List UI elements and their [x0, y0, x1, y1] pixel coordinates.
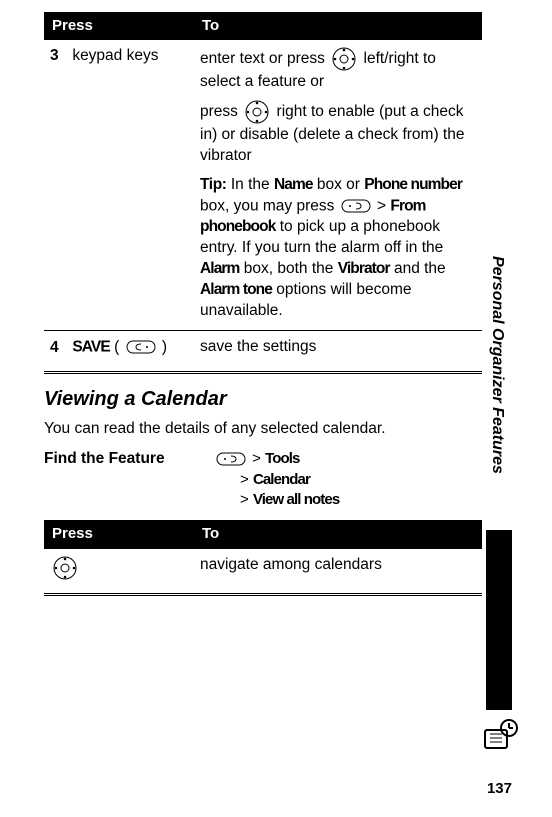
find-feature-path: > Tools > Calendar > View all notes [214, 449, 339, 510]
instruction-table-2: Press To navigate among calendars [44, 520, 482, 588]
press-cell [44, 549, 194, 589]
col-to-header: To [194, 520, 482, 548]
text: > [252, 451, 265, 468]
col-to-header: To [194, 12, 482, 40]
table-row: 4 SAVE ( ) save the settings [44, 331, 482, 367]
text: box, both the [239, 260, 337, 277]
ui-term: Alarm [200, 260, 239, 277]
tip-label: Tip: [200, 176, 227, 193]
dpad-icon [244, 99, 270, 125]
step-number: 3 [50, 46, 68, 67]
text: > [373, 198, 391, 215]
step-3-to: enter text or press left/right to select… [194, 40, 482, 330]
ui-term: Phone number [364, 176, 462, 193]
text: and the [390, 260, 446, 277]
text: In the [227, 176, 274, 193]
table-row: navigate among calendars [44, 549, 482, 589]
step-3-press: 3 keypad keys [44, 40, 194, 330]
step-number: 4 [50, 338, 68, 359]
section-heading: Viewing a Calendar [44, 386, 482, 413]
menu-path-item: Tools [265, 451, 299, 468]
double-rule [44, 593, 482, 596]
find-feature-block: Find the Feature > Tools > Calendar > Vi… [44, 449, 482, 510]
side-section-label: Personal Organizer Features [488, 200, 508, 530]
ui-term: Alarm tone [200, 281, 272, 298]
step-press-text: keypad keys [72, 47, 158, 64]
double-rule [44, 371, 482, 374]
softkey-icon [341, 196, 371, 217]
text: > [240, 491, 253, 508]
text: box, you may press [200, 198, 339, 215]
to-cell: navigate among calendars [194, 549, 482, 589]
step-4-to: save the settings [194, 331, 482, 367]
instruction-table-1: Press To 3 keypad keys enter text or pre… [44, 12, 482, 367]
ui-term: Vibrator [338, 260, 390, 277]
page-number: 137 [487, 779, 512, 799]
col-press-header: Press [44, 520, 194, 548]
text: enter text or press [200, 50, 329, 67]
step-4-press: 4 SAVE ( ) [44, 331, 194, 367]
text: > [240, 471, 253, 488]
text: box or [313, 176, 365, 193]
menu-path-item: Calendar [253, 471, 310, 488]
section-body: You can read the details of any selected… [44, 419, 482, 440]
ui-term: Name [274, 176, 313, 193]
dpad-icon [52, 555, 78, 581]
dpad-icon [331, 46, 357, 72]
side-black-bar [486, 530, 512, 710]
softkey-icon [216, 449, 246, 469]
text: press [200, 103, 242, 120]
softkey-icon [126, 337, 156, 358]
col-press-header: Press [44, 12, 194, 40]
find-feature-label: Find the Feature [44, 449, 214, 510]
alarm-clock-phone-icon [482, 716, 520, 754]
table-row: 3 keypad keys enter text or press [44, 40, 482, 330]
menu-path-item: View all notes [253, 491, 339, 508]
text: ) [158, 339, 167, 356]
text: ( [110, 339, 124, 356]
save-label: SAVE [72, 339, 109, 356]
